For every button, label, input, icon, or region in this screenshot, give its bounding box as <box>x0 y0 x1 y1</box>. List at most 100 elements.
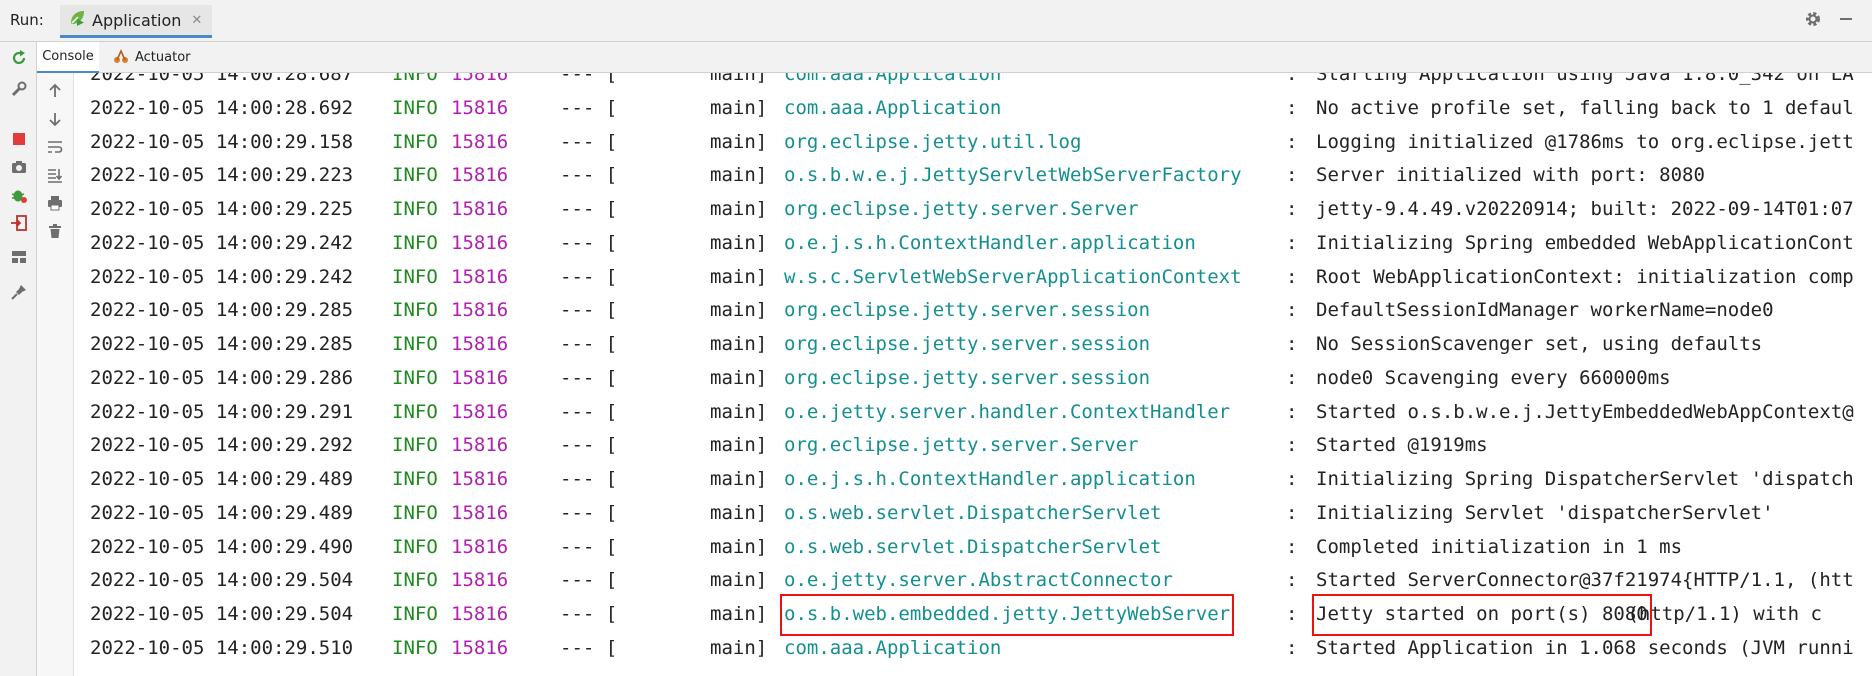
log-message: Completed initialization in 1 ms <box>1316 535 1683 558</box>
log-separator: --- [ <box>560 299 618 322</box>
arrow-up-icon[interactable] <box>45 81 65 101</box>
log-thread: main] <box>710 333 768 355</box>
arrow-down-icon[interactable] <box>45 109 65 129</box>
log-message: No SessionScavenger set, using defaults <box>1316 333 1763 355</box>
pin-icon[interactable] <box>9 282 29 302</box>
log-message: Jetty started on port(s) 8080 <box>1312 594 1652 636</box>
log-thread: main] <box>710 434 768 457</box>
stop-icon[interactable] <box>9 129 29 149</box>
log-timestamp: 2022-10-05 14:00:29.285 <box>90 333 354 355</box>
log-timestamp: 2022-10-05 14:00:29.242 <box>90 231 354 254</box>
login-enter-icon[interactable] <box>9 213 29 233</box>
log-message: Root WebApplicationContext: initializati… <box>1316 265 1854 288</box>
log-timestamp: 2022-10-05 14:00:28.687 <box>90 73 354 85</box>
log-logger: org.eclipse.jetty.server.session <box>784 333 1151 355</box>
log-colon: : <box>1286 265 1298 288</box>
log-colon: : <box>1286 299 1298 322</box>
log-level: INFO <box>392 164 438 187</box>
log-thread: main] <box>710 535 768 558</box>
run-tab-label: Application <box>92 10 182 30</box>
log-level: INFO <box>392 603 438 625</box>
log-level: INFO <box>392 535 438 558</box>
log-pid: 15816 <box>451 501 509 524</box>
log-separator: --- [ <box>560 198 618 220</box>
log-thread: main] <box>710 400 768 423</box>
log-logger: o.s.web.servlet.DispatcherServlet <box>784 535 1162 558</box>
log-level: INFO <box>392 333 438 355</box>
log-pid: 15816 <box>451 400 509 423</box>
log-thread: main] <box>710 130 768 153</box>
log-separator: --- [ <box>560 164 618 187</box>
log-level: INFO <box>392 501 438 524</box>
log-message: DefaultSessionIdManager workerName=node0 <box>1316 299 1774 322</box>
spring-boot-run-icon <box>68 9 86 31</box>
log-thread: main] <box>710 501 768 524</box>
log-separator: --- [ <box>560 73 618 85</box>
log-logger: org.eclipse.jetty.server.session <box>784 299 1151 322</box>
soft-wrap-icon[interactable] <box>45 137 65 157</box>
log-pid: 15816 <box>451 130 509 153</box>
log-logger: o.s.b.web.embedded.jetty.JettyWebServer <box>779 594 1235 636</box>
log-separator: --- [ <box>560 96 618 119</box>
log-level: INFO <box>392 198 438 220</box>
log-logger: o.e.jetty.server.AbstractConnector <box>784 569 1173 592</box>
log-thread: main] <box>710 569 768 592</box>
scroll-to-end-icon[interactable] <box>45 165 65 185</box>
log-colon: : <box>1286 164 1298 187</box>
rerun-icon[interactable] <box>9 48 29 68</box>
layout-icon[interactable] <box>9 247 29 267</box>
log-timestamp: 2022-10-05 14:00:29.292 <box>90 434 354 457</box>
tab-console-label: Console <box>42 49 94 64</box>
print-icon[interactable] <box>45 193 65 213</box>
log-timestamp: 2022-10-05 14:00:29.286 <box>90 366 354 389</box>
log-colon: : <box>1286 535 1298 558</box>
log-timestamp: 2022-10-05 14:00:29.158 <box>90 130 354 153</box>
log-logger: o.e.j.s.h.ContextHandler.application <box>784 231 1196 254</box>
log-colon: : <box>1286 130 1298 153</box>
log-logger: org.eclipse.jetty.server.session <box>784 366 1151 389</box>
log-message: Started o.s.b.w.e.j.JettyEmbeddedWebAppC… <box>1316 400 1854 423</box>
log-level: INFO <box>392 468 438 490</box>
log-thread: main] <box>710 468 768 490</box>
log-separator: --- [ <box>560 265 618 288</box>
minimize-icon[interactable] <box>1838 10 1854 32</box>
log-timestamp: 2022-10-05 14:00:29.291 <box>90 400 354 423</box>
log-logger: o.s.b.w.e.j.JettyServletWebServerFactory <box>784 164 1242 187</box>
run-tab-application[interactable]: Application ✕ <box>60 5 213 38</box>
camera-icon[interactable] <box>9 157 29 177</box>
log-pid: 15816 <box>451 468 509 490</box>
log-message: node0 Scavenging every 660000ms <box>1316 366 1671 389</box>
tab-console[interactable]: Console <box>37 42 99 73</box>
wrench-icon[interactable] <box>9 79 29 99</box>
log-level: INFO <box>392 265 438 288</box>
debug-bug-icon[interactable] <box>9 185 29 205</box>
log-level: INFO <box>392 130 438 153</box>
log-thread: main] <box>710 231 768 254</box>
log-timestamp: 2022-10-05 14:00:29.223 <box>90 164 354 187</box>
log-level: INFO <box>392 299 438 322</box>
log-level: INFO <box>392 73 438 85</box>
log-pid: 15816 <box>451 299 509 322</box>
log-timestamp: 2022-10-05 14:00:29.490 <box>90 535 354 558</box>
log-message-tail: (http/1.1) with c <box>1616 603 1822 625</box>
close-icon[interactable]: ✕ <box>191 13 202 28</box>
log-colon: : <box>1286 366 1298 389</box>
log-pid: 15816 <box>451 265 509 288</box>
tab-actuator[interactable]: Actuator <box>113 42 191 73</box>
gear-icon[interactable] <box>1804 10 1822 32</box>
log-level: INFO <box>392 636 438 659</box>
log-message: Starting Application using Java 1.8.0_34… <box>1316 73 1854 85</box>
log-pid: 15816 <box>451 333 509 355</box>
log-colon: : <box>1286 501 1298 524</box>
log-logger: o.e.jetty.server.handler.ContextHandler <box>784 400 1231 423</box>
log-level: INFO <box>392 400 438 423</box>
console-tab-bar: Console Actuator <box>37 42 1872 73</box>
console-side-toolbar <box>37 73 74 676</box>
log-separator: --- [ <box>560 333 618 355</box>
log-level: INFO <box>392 96 438 119</box>
log-separator: --- [ <box>560 231 618 254</box>
trash-icon[interactable] <box>45 221 65 241</box>
run-toolbar: Run: Application ✕ <box>0 0 1872 42</box>
log-timestamp: 2022-10-05 14:00:29.504 <box>90 569 354 592</box>
console-output[interactable]: 2022-10-05 14:00:28.687 INFO 15816 --- [ mai… <box>74 73 1872 676</box>
